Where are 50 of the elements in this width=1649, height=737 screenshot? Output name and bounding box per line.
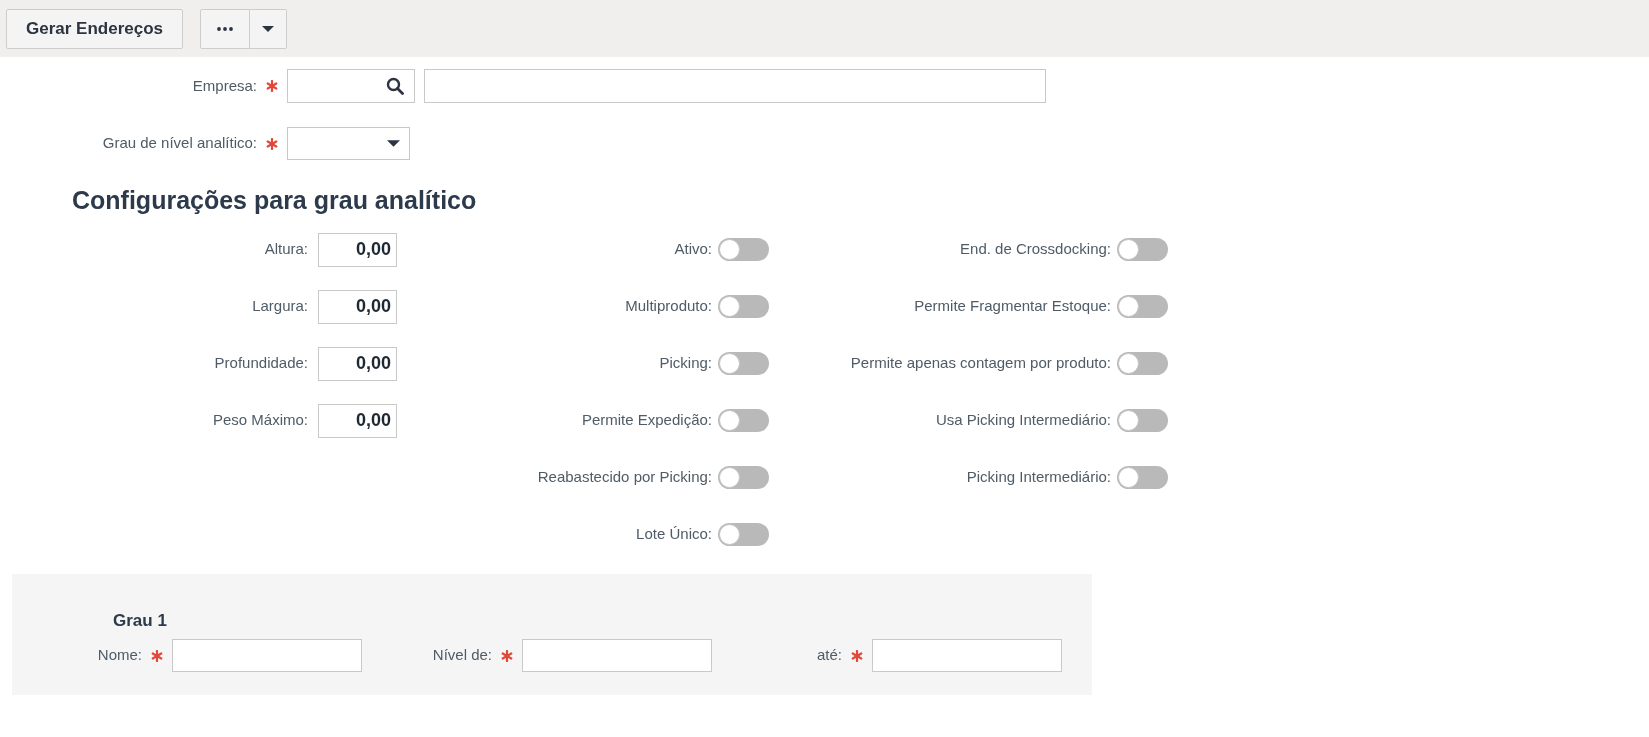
caret-down-icon xyxy=(387,140,400,147)
dropdown-button[interactable] xyxy=(250,8,287,49)
field-label: até: xyxy=(816,645,842,666)
caret-down-icon xyxy=(262,25,274,32)
toggle-switch[interactable] xyxy=(718,409,769,432)
dropdown-field[interactable] xyxy=(287,127,410,160)
panel-title: Grau 1 xyxy=(113,610,167,632)
lookup-field[interactable] xyxy=(287,69,415,103)
toggle-switch[interactable] xyxy=(1117,295,1168,318)
generate-button[interactable]: Gerar Endereços xyxy=(6,8,183,49)
toggle-switch[interactable] xyxy=(718,466,769,489)
toggle-switch[interactable] xyxy=(1117,238,1168,261)
field-label: Nome: xyxy=(97,645,142,666)
field-label: Nível de: xyxy=(432,645,492,666)
field-label: Permite Expedição: xyxy=(581,410,712,431)
number-field[interactable]: 0,00 xyxy=(318,232,397,267)
section-heading: Configurações para grau analítico xyxy=(72,185,477,215)
number-field[interactable]: 0,00 xyxy=(318,289,397,324)
more-button[interactable] xyxy=(200,8,250,49)
input-field[interactable] xyxy=(522,639,712,672)
field-label: Largura: xyxy=(252,296,308,317)
field-label: End. de Crossdocking: xyxy=(960,239,1111,260)
field-label: Permite apenas contagem por produto: xyxy=(850,353,1111,374)
field-label: Picking Intermediário: xyxy=(966,467,1111,488)
field-label: Empresa: xyxy=(192,75,257,96)
field-label: Profundidade: xyxy=(214,353,308,374)
toggle-switch[interactable] xyxy=(1117,352,1168,375)
field-label: Permite Fragmentar Estoque: xyxy=(914,296,1111,317)
number-field[interactable]: 0,00 xyxy=(318,403,397,438)
field-label: Peso Máximo: xyxy=(212,410,308,431)
input-field[interactable] xyxy=(872,639,1062,672)
toggle-switch[interactable] xyxy=(1117,466,1168,489)
toggle-switch[interactable] xyxy=(718,523,769,546)
toggle-switch[interactable] xyxy=(718,238,769,261)
field-label: Ativo: xyxy=(674,239,712,260)
field-label: Usa Picking Intermediário: xyxy=(935,410,1111,431)
field-label: Reabastecido por Picking: xyxy=(537,467,712,488)
toggle-switch[interactable] xyxy=(1117,409,1168,432)
field-label: Altura: xyxy=(264,239,308,260)
field-label: Picking: xyxy=(659,353,712,374)
field-label: Grau de nível analítico: xyxy=(102,133,257,154)
ellipsis-icon xyxy=(217,26,233,31)
field-label: Multiproduto: xyxy=(625,296,712,317)
toggle-switch[interactable] xyxy=(718,352,769,375)
number-field[interactable]: 0,00 xyxy=(318,346,397,381)
toggle-switch[interactable] xyxy=(718,295,769,318)
description-field[interactable] xyxy=(424,69,1046,103)
field-label: Lote Único: xyxy=(636,524,712,545)
input-field[interactable] xyxy=(172,639,362,672)
search-icon xyxy=(386,77,404,95)
